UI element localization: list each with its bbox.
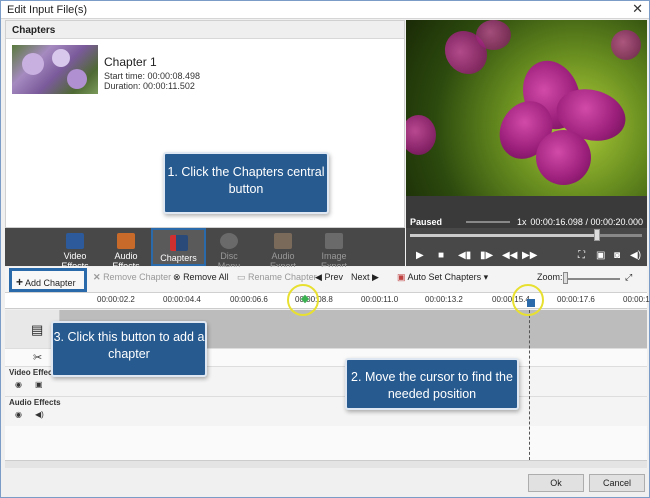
scissors-icon[interactable]: ✂ (33, 351, 42, 364)
add-chapter-button[interactable]: + Add Chapter (9, 268, 87, 292)
ruler-tick: 00:00:06.6 (230, 295, 268, 304)
remove-all-icon: ⊗ (173, 272, 181, 282)
chapter-thumbnail[interactable] (12, 45, 98, 94)
next-button[interactable]: Next ▶ (351, 272, 379, 283)
play-icon[interactable]: ▶ (416, 250, 424, 261)
tab-video-effects[interactable]: Video Effects (53, 228, 97, 271)
edit-input-window: Edit Input File(s) ✕ Chapters Chapter 1 … (0, 0, 650, 498)
chevron-down-icon: ▾ (483, 272, 489, 282)
player-status: Paused (410, 217, 443, 227)
lock-icon[interactable]: ▣ (35, 380, 43, 389)
zoom-slider[interactable] (565, 278, 620, 280)
highlight-circle (512, 284, 544, 316)
x-icon: ✕ (93, 272, 101, 282)
zoom-label: Zoom: (537, 272, 563, 282)
auto-set-icon: ▣ (397, 272, 406, 282)
prev-arrow-icon: ◀ (315, 272, 322, 282)
zoom-knob[interactable] (563, 272, 568, 284)
timeline-ruler[interactable]: 00:00:02.2 00:00:04.4 00:00:06.6 00:00:0… (5, 293, 650, 309)
image-export-icon (325, 233, 343, 249)
callout-chapters-button: 1. Click the Chapters central button (163, 152, 329, 214)
highlight-circle (287, 284, 319, 316)
close-icon[interactable]: ✕ (632, 1, 643, 17)
callout-move-cursor: 2. Move the cursor to find the needed po… (345, 358, 519, 410)
speed-slider[interactable] (466, 221, 510, 223)
skip-forward-icon[interactable]: ▶▶ (522, 250, 537, 261)
player-speed: 1x (517, 217, 527, 227)
video-preview (406, 20, 647, 196)
chapter-duration: Duration: 00:00:11.502 (104, 81, 195, 91)
speaker-icon (117, 233, 135, 249)
tab-label: Chapters (160, 253, 197, 263)
player-status-bar: Paused 1x 00:00:16.098 / 00:00:20.000 (406, 196, 647, 228)
star-film-icon (66, 233, 84, 249)
ok-button[interactable]: Ok (528, 474, 584, 492)
rename-chapter-button[interactable]: ▭ Rename Chapter (237, 272, 317, 283)
tab-audio-export[interactable]: Audio Export (261, 228, 305, 271)
audio-export-icon (274, 233, 292, 249)
prev-frame-icon[interactable]: ◀▮ (458, 250, 471, 261)
ruler-tick: 00:00:17.6 (557, 295, 595, 304)
timeline-cursor-line (529, 310, 530, 460)
next-arrow-icon: ▶ (372, 272, 379, 282)
chapter-start-time: Start time: 00:00:08.498 (104, 71, 201, 81)
cancel-button[interactable]: Cancel (589, 474, 645, 492)
plus-icon: + (16, 275, 24, 289)
film-icon: ▤ (31, 322, 44, 337)
fit-zoom-icon[interactable]: ⤢ (625, 272, 632, 283)
ruler-tick: 00:00:02.2 (97, 295, 135, 304)
dialog-buttons: Ok Cancel (1, 469, 649, 497)
eye-icon[interactable]: ◉ (15, 410, 22, 419)
eye-icon[interactable]: ◉ (15, 380, 22, 389)
audio-effects-label: Audio Effects (9, 398, 61, 407)
disc-icon (220, 233, 238, 249)
horizontal-scrollbar[interactable] (5, 460, 647, 468)
effects-tab-bar: Video Effects Audio Effects Chapters Dis… (5, 228, 405, 271)
auto-set-chapters-button[interactable]: ▣ Auto Set Chapters ▾ (397, 272, 488, 283)
chapters-icon (169, 235, 188, 251)
ruler-tick: 00:00:04.4 (163, 295, 201, 304)
tab-chapters[interactable]: Chapters (151, 228, 206, 266)
window-title: Edit Input File(s) (7, 4, 88, 16)
tab-image-export[interactable]: Image Export (311, 228, 357, 271)
callout-add-chapter: 3. Click this button to add a chapter (51, 321, 207, 377)
next-frame-icon[interactable]: ▮▶ (480, 250, 493, 261)
ruler-tick: 00:00:11.0 (361, 295, 399, 304)
camera-icon[interactable]: ◙ (614, 250, 620, 261)
playback-controls: ▶ ■ ◀▮ ▮▶ ◀◀ ▶▶ ⛶ ▣ ◙ ◀) (406, 228, 647, 266)
speaker-icon[interactable]: ◀) (35, 410, 44, 419)
remove-all-button[interactable]: ⊗ Remove All (173, 272, 229, 283)
stop-icon[interactable]: ■ (438, 250, 444, 261)
audio-effects-track: Audio Effects ◉ ◀) (5, 396, 647, 426)
chapter-title: Chapter 1 (104, 55, 157, 69)
title-bar: Edit Input File(s) ✕ (1, 1, 649, 19)
player-time: 00:00:16.098 / 00:00:20.000 (530, 217, 643, 227)
skip-back-icon[interactable]: ◀◀ (502, 250, 517, 261)
ruler-tick: 00:00:13.2 (425, 295, 463, 304)
snapshot-icon[interactable]: ▣ (596, 250, 605, 261)
chapters-toolbar: + Add Chapter ✕ Remove Chapter ⊗ Remove … (5, 267, 647, 293)
tab-disc-menu[interactable]: Disc Menu (211, 228, 247, 271)
rename-icon: ▭ (237, 272, 246, 282)
chapters-header: Chapters (6, 21, 404, 39)
tab-audio-effects[interactable]: Audio Effects (103, 228, 149, 271)
seek-knob[interactable] (594, 229, 600, 241)
fullscreen-icon[interactable]: ⛶ (578, 250, 585, 261)
remove-chapter-button[interactable]: ✕ Remove Chapter (93, 272, 171, 283)
ruler-tick: 00:00:19.8 (623, 295, 650, 304)
prev-button[interactable]: ◀ Prev (315, 272, 343, 283)
volume-icon[interactable]: ◀) (630, 250, 641, 261)
